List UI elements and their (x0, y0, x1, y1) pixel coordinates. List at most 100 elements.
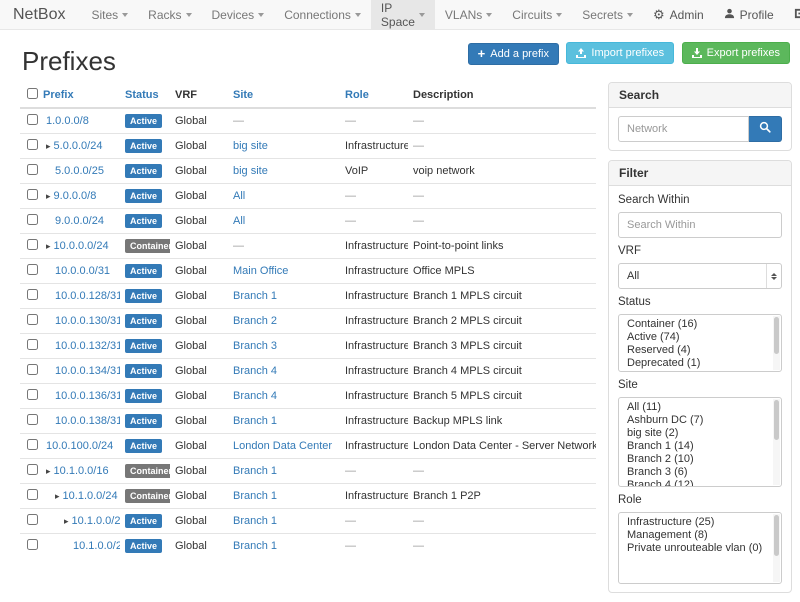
column-header-role[interactable]: Role (340, 84, 408, 108)
prefix-link[interactable]: 10.0.0.136/31 (55, 390, 120, 402)
prefix-link[interactable]: 10.0.100.0/24 (46, 440, 113, 452)
site-link[interactable]: Branch 1 (233, 490, 277, 502)
row-checkbox[interactable] (27, 289, 38, 300)
site-link[interactable]: All (233, 215, 245, 227)
nav-item-devices[interactable]: Devices (202, 0, 275, 29)
expand-caret-icon[interactable]: ▸ (46, 191, 51, 201)
listbox-option[interactable]: All (11) (619, 401, 781, 414)
site-link[interactable]: Branch 1 (233, 515, 277, 527)
nav-item-admin[interactable]: ⚙Admin (643, 8, 714, 22)
export-prefixes-button[interactable]: Export prefixes (682, 42, 790, 64)
vrf-select[interactable]: All (618, 263, 782, 289)
nav-item-sites[interactable]: Sites (81, 0, 138, 29)
nav-item-racks[interactable]: Racks (138, 0, 201, 29)
row-checkbox[interactable] (27, 364, 38, 375)
row-checkbox[interactable] (27, 189, 38, 200)
listbox-option[interactable]: Private unrouteable vlan (0) (619, 542, 781, 555)
prefix-link[interactable]: 10.0.0.130/31 (55, 315, 120, 327)
add-prefix-button[interactable]: + Add a prefix (468, 43, 559, 65)
site-link[interactable]: big site (233, 165, 268, 177)
prefix-link[interactable]: 10.0.0.128/31 (55, 290, 120, 302)
status-listbox[interactable]: Container (16)Active (74)Reserved (4)Dep… (618, 314, 782, 372)
prefix-link[interactable]: 10.0.0.138/31 (55, 415, 120, 427)
listbox-option[interactable]: big site (2) (619, 427, 781, 440)
prefix-link[interactable]: 10.0.0.134/31 (55, 365, 120, 377)
site-link[interactable]: Branch 1 (233, 465, 277, 477)
site-link[interactable]: Branch 4 (233, 365, 277, 377)
brand-logo[interactable]: NetBox (0, 0, 81, 29)
search-button[interactable] (749, 116, 782, 142)
prefix-link[interactable]: 9.0.0.0/8 (54, 190, 97, 202)
row-checkbox[interactable] (27, 114, 38, 125)
search-within-input[interactable] (618, 212, 782, 238)
listbox-option[interactable]: Reserved (4) (619, 344, 781, 357)
site-link[interactable]: Branch 3 (233, 340, 277, 352)
listbox-option[interactable]: Branch 4 (12) (619, 479, 781, 487)
expand-caret-icon[interactable]: ▸ (46, 141, 51, 151)
column-header-status[interactable]: Status (120, 84, 170, 108)
row-checkbox[interactable] (27, 339, 38, 350)
nav-item-log-out[interactable]: Log out (784, 1, 800, 29)
site-link[interactable]: Branch 1 (233, 540, 277, 552)
prefix-link[interactable]: 10.1.0.0/16 (54, 465, 109, 477)
import-prefixes-button[interactable]: Import prefixes (566, 42, 674, 64)
expand-caret-icon[interactable]: ▸ (64, 516, 69, 526)
listbox-option[interactable]: Branch 1 (14) (619, 440, 781, 453)
site-link[interactable]: Branch 4 (233, 390, 277, 402)
site-link[interactable]: big site (233, 140, 268, 152)
prefix-link[interactable]: 10.1.0.0/25 (72, 515, 120, 527)
site-link[interactable]: London Data Center (233, 440, 332, 452)
prefix-link[interactable]: 10.0.0.0/31 (55, 265, 110, 277)
expand-caret-icon[interactable]: ▸ (46, 241, 51, 251)
listbox-option[interactable]: Infrastructure (25) (619, 516, 781, 529)
listbox-option[interactable]: Branch 3 (6) (619, 466, 781, 479)
nav-item-circuits[interactable]: Circuits (502, 0, 572, 29)
nav-item-vlans[interactable]: VLANs (435, 0, 502, 29)
search-input[interactable] (618, 116, 749, 142)
role-listbox[interactable]: Infrastructure (25)Management (8)Private… (618, 512, 782, 584)
select-all-checkbox[interactable] (27, 88, 38, 99)
listbox-option[interactable]: Ashburn DC (7) (619, 414, 781, 427)
prefix-link[interactable]: 5.0.0.0/24 (54, 140, 103, 152)
scrollbar[interactable] (773, 514, 780, 582)
prefix-link[interactable]: 10.1.0.0/26 (73, 540, 120, 552)
nav-item-ip-space[interactable]: IP Space (371, 0, 435, 29)
scrollbar[interactable] (773, 316, 780, 370)
row-checkbox[interactable] (27, 539, 38, 550)
expand-caret-icon[interactable]: ▸ (46, 466, 51, 476)
row-checkbox[interactable] (27, 139, 38, 150)
row-checkbox[interactable] (27, 514, 38, 525)
nav-item-profile[interactable]: Profile (714, 8, 784, 22)
nav-item-secrets[interactable]: Secrets (572, 0, 643, 29)
row-checkbox[interactable] (27, 389, 38, 400)
expand-caret-icon[interactable]: ▸ (55, 491, 60, 501)
row-checkbox[interactable] (27, 314, 38, 325)
scrollbar[interactable] (773, 399, 780, 485)
nav-item-connections[interactable]: Connections (274, 0, 371, 29)
column-header-prefix[interactable]: Prefix (38, 84, 120, 108)
listbox-option[interactable]: Deprecated (1) (619, 357, 781, 370)
site-link[interactable]: Branch 2 (233, 315, 277, 327)
listbox-option[interactable]: Active (74) (619, 331, 781, 344)
row-checkbox[interactable] (27, 264, 38, 275)
site-listbox[interactable]: All (11)Ashburn DC (7)big site (2)Branch… (618, 397, 782, 487)
prefix-link[interactable]: 9.0.0.0/24 (55, 215, 104, 227)
listbox-option[interactable]: Management (8) (619, 529, 781, 542)
prefix-link[interactable]: 10.1.0.0/24 (63, 490, 118, 502)
site-link[interactable]: Branch 1 (233, 415, 277, 427)
column-header-site[interactable]: Site (228, 84, 340, 108)
site-link[interactable]: Branch 1 (233, 290, 277, 302)
row-checkbox[interactable] (27, 239, 38, 250)
row-checkbox[interactable] (27, 214, 38, 225)
row-checkbox[interactable] (27, 414, 38, 425)
row-checkbox[interactable] (27, 164, 38, 175)
listbox-option[interactable]: Container (16) (619, 318, 781, 331)
listbox-option[interactable]: Branch 2 (10) (619, 453, 781, 466)
site-link[interactable]: All (233, 190, 245, 202)
prefix-link[interactable]: 10.0.0.0/24 (54, 240, 109, 252)
row-checkbox[interactable] (27, 439, 38, 450)
prefix-link[interactable]: 5.0.0.0/25 (55, 165, 104, 177)
prefix-link[interactable]: 10.0.0.132/31 (55, 340, 120, 352)
row-checkbox[interactable] (27, 489, 38, 500)
site-link[interactable]: Main Office (233, 265, 288, 277)
